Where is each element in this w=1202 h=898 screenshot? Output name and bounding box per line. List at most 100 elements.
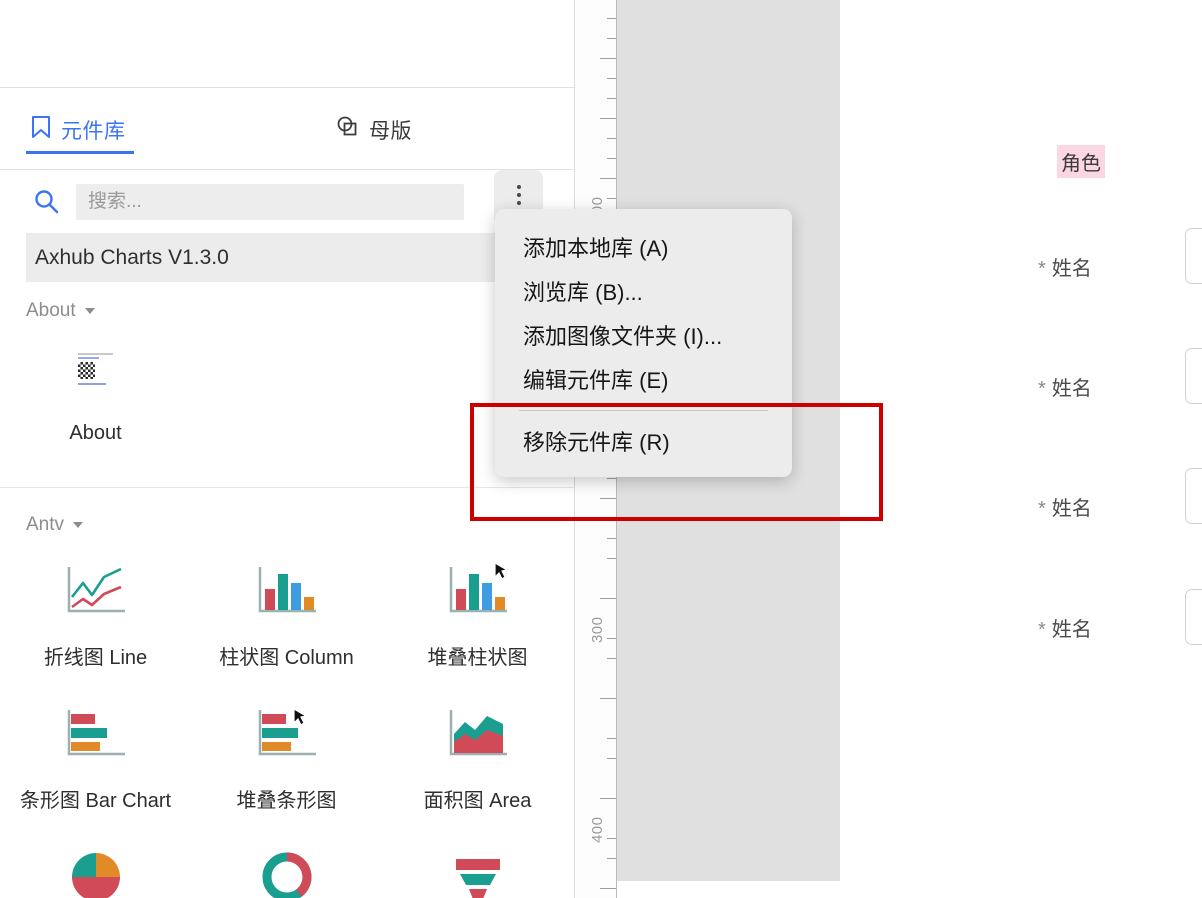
menu-item-label: 添加图像文件夹 (I)...	[523, 324, 723, 349]
library-row-label: Axhub Charts V1.3.0	[35, 245, 229, 269]
grid-row	[0, 841, 574, 898]
field-label-name: 姓名	[1038, 492, 1092, 521]
library-item-label: About	[69, 422, 122, 444]
menu-item-add-local-library[interactable]: 添加本地库 (A)	[495, 225, 792, 269]
stacked-column-chart-icon	[443, 555, 513, 627]
field-label-name: 姓名	[1038, 252, 1092, 281]
search-row	[0, 171, 574, 232]
tab-element-library-label: 元件库	[61, 119, 126, 143]
line-chart-icon	[61, 555, 131, 627]
library-item-line-chart[interactable]: 折线图 Line	[0, 555, 191, 670]
grid-row: 条形图 Bar Chart 堆叠条形图 面积图 Area	[0, 698, 574, 813]
library-item-column-chart[interactable]: 柱状图 Column	[191, 555, 382, 670]
panel-top-blank-area	[0, 0, 574, 88]
tab-element-library[interactable]: 元件库	[26, 89, 130, 170]
ruler-tick	[600, 118, 616, 119]
menu-item-label: 移除元件库 (R)	[523, 430, 670, 455]
search-icon	[33, 188, 60, 220]
ruler-tick	[607, 158, 616, 159]
chevron-down-icon	[84, 308, 95, 314]
field-label-name: 姓名	[1038, 613, 1092, 642]
funnel-chart-icon	[443, 841, 513, 898]
field-label-name: 姓名	[1038, 372, 1092, 401]
library-item-stacked-bar-chart[interactable]: 堆叠条形图	[191, 698, 382, 813]
library-item-donut-chart[interactable]	[191, 841, 382, 898]
library-item-label: 折线图 Line	[43, 647, 148, 669]
ruler-tick	[607, 518, 616, 519]
more-vertical-icon	[516, 185, 521, 205]
library-item-label: 面积图 Area	[423, 790, 532, 812]
ruler-tick	[607, 658, 616, 659]
ruler-tick	[600, 798, 616, 799]
group-header-about[interactable]: About	[26, 300, 95, 322]
group-header-antv[interactable]: Antv	[26, 514, 84, 536]
bookmark-icon	[30, 115, 52, 144]
area-chart-icon	[443, 698, 513, 770]
library-item-label: 堆叠柱状图	[427, 647, 528, 669]
ruler-tick	[607, 198, 616, 199]
ruler-tick	[607, 478, 616, 479]
ruler-tick	[607, 758, 616, 759]
ruler-tick	[600, 598, 616, 599]
ruler-tick	[607, 138, 616, 139]
name-input-1[interactable]	[1185, 228, 1202, 284]
grid-row: 折线图 Line 柱状图 Column 堆叠柱状图	[0, 555, 574, 670]
active-tab-indicator	[26, 151, 134, 154]
ruler-tick	[607, 638, 616, 639]
ruler-tick	[600, 178, 616, 179]
library-context-menu: 添加本地库 (A) 浏览库 (B)... 添加图像文件夹 (I)... 编辑元件…	[495, 209, 792, 477]
menu-item-label: 浏览库 (B)...	[523, 280, 643, 305]
library-row-axhub-charts[interactable]: Axhub Charts V1.3.0	[26, 233, 574, 282]
ruler-tick	[607, 538, 616, 539]
ruler-tick	[607, 838, 616, 839]
about-items-grid: About	[0, 336, 574, 445]
app-root: 元件库 母版 搜索... Axhub Charts V1.3.0 About A…	[0, 0, 1202, 898]
ruler-tick	[607, 738, 616, 739]
grid-row: About	[0, 336, 574, 445]
search-input[interactable]	[76, 184, 464, 220]
bar-chart-icon	[61, 698, 131, 770]
library-item-area-chart[interactable]: 面积图 Area	[382, 698, 573, 813]
name-input-2[interactable]	[1185, 348, 1202, 404]
stacked-bar-chart-icon	[252, 698, 322, 770]
library-item-stacked-column-chart[interactable]: 堆叠柱状图	[382, 555, 573, 670]
chevron-down-icon	[73, 522, 84, 528]
name-input-4[interactable]	[1185, 589, 1202, 645]
ruler-tick	[600, 58, 616, 59]
ruler-tick	[607, 858, 616, 859]
library-item-label: 堆叠条形图	[236, 790, 337, 812]
library-item-label: 柱状图 Column	[219, 647, 354, 669]
library-item-about[interactable]: About	[0, 336, 191, 445]
column-chart-icon	[252, 555, 322, 627]
menu-item-browse-library[interactable]: 浏览库 (B)...	[495, 269, 792, 313]
menu-item-add-image-folder[interactable]: 添加图像文件夹 (I)...	[495, 313, 792, 357]
ruler-tick	[600, 498, 616, 499]
libraries-panel: 元件库 母版 搜索... Axhub Charts V1.3.0 About A…	[0, 0, 575, 898]
ruler-tick	[600, 888, 616, 889]
masters-icon	[336, 115, 360, 144]
library-item-pie-chart[interactable]	[0, 841, 191, 898]
ruler-label: 400	[589, 816, 607, 844]
menu-separator	[519, 410, 768, 411]
ruler-tick	[607, 18, 616, 19]
menu-item-label: 编辑元件库 (E)	[523, 368, 669, 393]
library-item-bar-chart[interactable]: 条形图 Bar Chart	[0, 698, 191, 813]
name-input-3[interactable]	[1185, 468, 1202, 524]
ruler-tick	[607, 78, 616, 79]
ruler-tick	[600, 698, 616, 699]
tab-masters[interactable]: 母版	[332, 89, 416, 170]
donut-chart-icon	[252, 841, 322, 898]
pie-chart-icon	[61, 841, 131, 898]
ruler-tick	[607, 558, 616, 559]
ruler-label: 300	[589, 616, 607, 644]
ruler-tick	[607, 38, 616, 39]
antv-items-grid: 折线图 Line 柱状图 Column 堆叠柱状图 条形图 Bar Chart …	[0, 555, 574, 898]
library-item-funnel-chart[interactable]	[382, 841, 573, 898]
tab-masters-label: 母版	[369, 119, 412, 143]
library-item-label: 条形图 Bar Chart	[19, 790, 172, 812]
menu-item-label: 添加本地库 (A)	[523, 236, 669, 261]
menu-item-remove-library[interactable]: 移除元件库 (R)	[495, 419, 792, 463]
ruler-tick	[607, 98, 616, 99]
group-header-antv-label: Antv	[26, 514, 65, 535]
menu-item-edit-library[interactable]: 编辑元件库 (E)	[495, 357, 792, 401]
